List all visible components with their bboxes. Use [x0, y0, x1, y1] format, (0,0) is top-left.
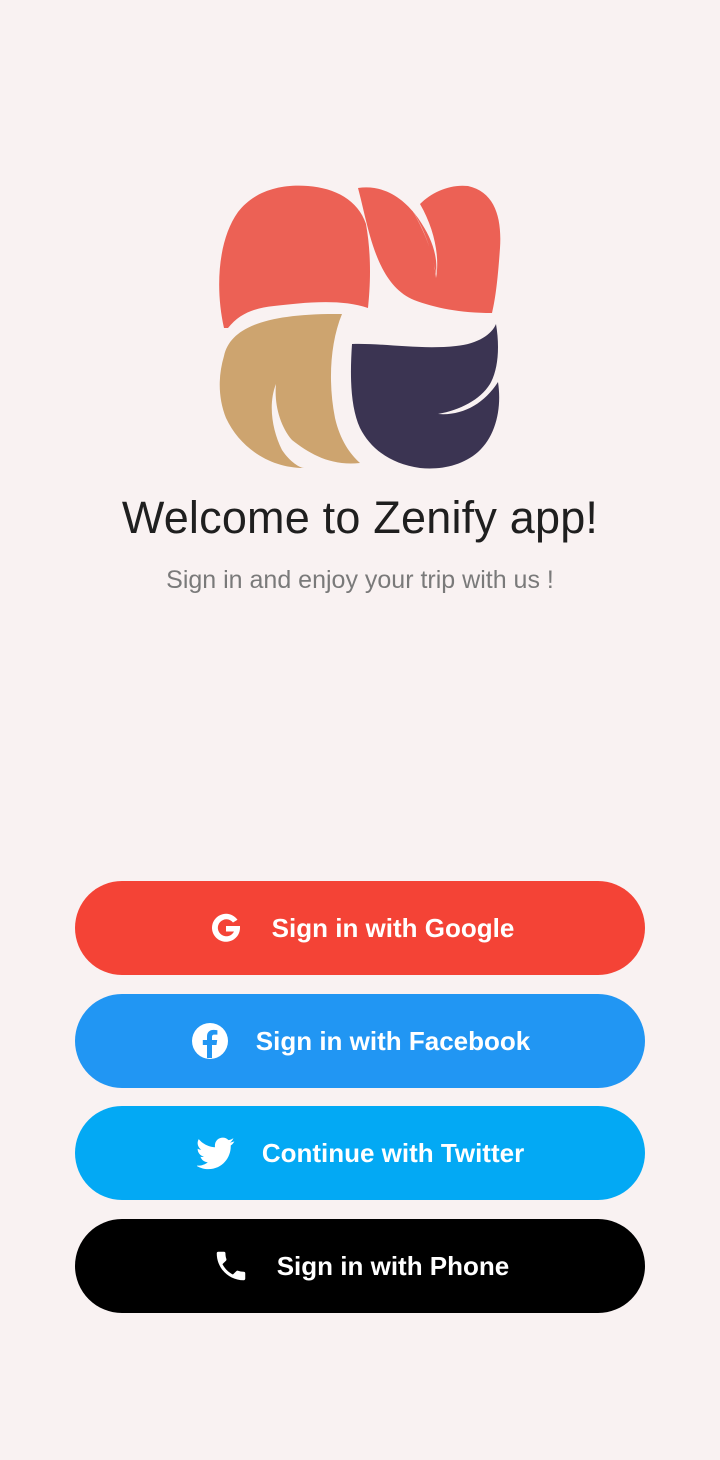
welcome-title: Welcome to Zenify app! [121, 492, 599, 543]
google-icon [206, 908, 246, 948]
continue-twitter-label: Continue with Twitter [261, 1137, 525, 1168]
logo-petal-bottom-left [219, 313, 360, 468]
sign-in-phone-label: Sign in with Phone [276, 1250, 510, 1281]
app-logo [219, 185, 501, 469]
sign-in-google-button[interactable]: Sign in with Google [75, 881, 645, 975]
twitter-icon [196, 1133, 236, 1173]
phone-icon [211, 1246, 251, 1286]
sign-in-google-label: Sign in with Google [271, 912, 515, 943]
logo-petal-bottom-right [350, 324, 500, 469]
sign-in-phone-button[interactable]: Sign in with Phone [75, 1219, 645, 1313]
logo-petal-top-right [358, 185, 501, 313]
continue-twitter-button[interactable]: Continue with Twitter [75, 1106, 645, 1200]
sign-in-facebook-label: Sign in with Facebook [255, 1025, 531, 1056]
logo-petal-top-left [219, 185, 370, 328]
welcome-subtitle: Sign in and enjoy your trip with us ! [166, 566, 554, 594]
sign-in-facebook-button[interactable]: Sign in with Facebook [75, 994, 645, 1088]
facebook-icon [190, 1021, 230, 1061]
